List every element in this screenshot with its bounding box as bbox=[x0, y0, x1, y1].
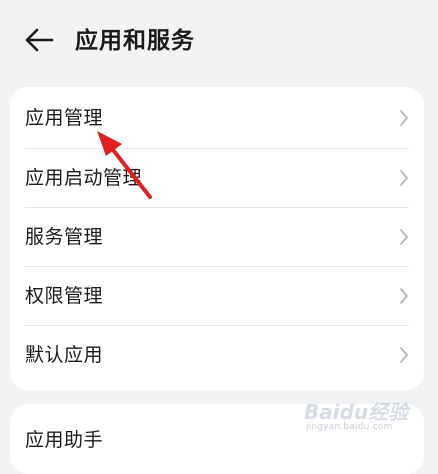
chevron-right-icon bbox=[400, 346, 408, 363]
menu-item-label: 权限管理 bbox=[25, 284, 104, 307]
menu-item-app-management[interactable]: 应用管理 bbox=[10, 87, 424, 148]
settings-card: 应用管理 应用启动管理 服务管理 权限管理 默认应用 bbox=[10, 87, 424, 390]
menu-item-label: 默认应用 bbox=[25, 343, 104, 366]
menu-item-label: 应用管理 bbox=[25, 106, 104, 129]
menu-item-permission-management[interactable]: 权限管理 bbox=[10, 266, 424, 325]
menu-item-label: 应用助手 bbox=[25, 429, 104, 451]
menu-item-service-management[interactable]: 服务管理 bbox=[10, 207, 424, 266]
assistant-card: 应用助手 bbox=[10, 404, 424, 474]
menu-item-label: 服务管理 bbox=[25, 225, 104, 248]
page-title: 应用和服务 bbox=[75, 28, 195, 54]
top-bar: 应用和服务 bbox=[0, 0, 438, 84]
chevron-right-icon bbox=[400, 109, 408, 126]
menu-item-label: 应用启动管理 bbox=[25, 166, 143, 189]
chevron-right-icon bbox=[400, 169, 408, 186]
arrow-left-icon[interactable] bbox=[24, 26, 54, 54]
menu-item-app-launch-management[interactable]: 应用启动管理 bbox=[10, 148, 424, 207]
chevron-right-icon bbox=[400, 287, 408, 304]
menu-item-app-assistant[interactable]: 应用助手 bbox=[10, 404, 424, 465]
chevron-right-icon bbox=[400, 228, 408, 245]
menu-item-default-apps[interactable]: 默认应用 bbox=[10, 325, 424, 384]
